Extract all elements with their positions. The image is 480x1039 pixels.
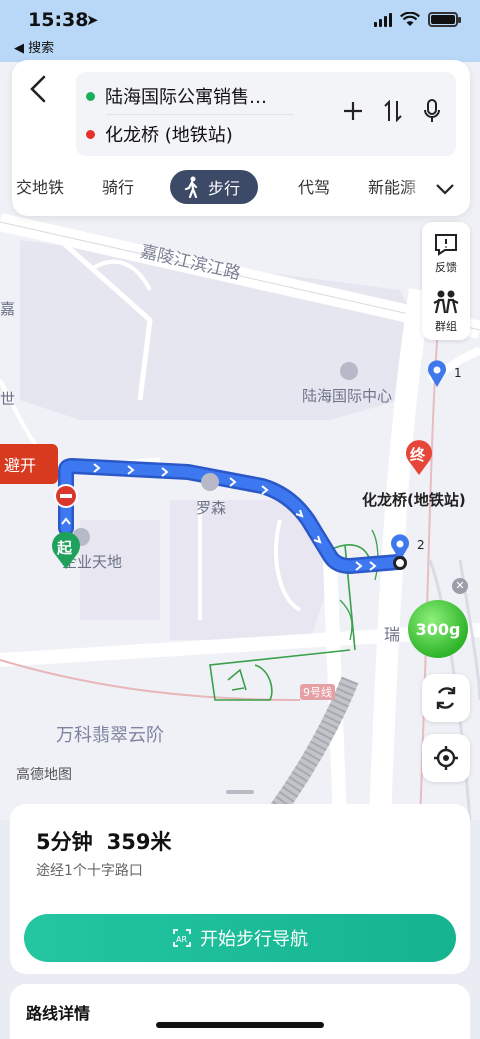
no-entry-icon: [54, 484, 78, 508]
input-divider: [106, 114, 294, 115]
route-details-card[interactable]: 路线详情: [10, 984, 470, 1039]
tab-walk[interactable]: 步行: [170, 170, 259, 204]
end-input-text: 化龙桥 (地铁站): [105, 125, 233, 146]
svg-text:AR: AR: [176, 935, 187, 944]
route-card: 陆海国际公寓销售… 化龙桥 (地铁站) 交地铁 骑行 步行 代驾 新能源: [12, 60, 470, 216]
road-label-rui: 瑞: [384, 625, 401, 644]
back-button[interactable]: [28, 74, 58, 108]
route-via: 途经1个十字路口: [36, 863, 143, 879]
group-icon: [433, 290, 459, 313]
poi-vanke[interactable]: 万科翡翠云阶: [56, 721, 164, 747]
feedback-icon: [435, 233, 457, 256]
start-pin-text: 起: [57, 539, 73, 557]
avoid-badge[interactable]: 避开: [0, 444, 58, 484]
microphone-icon[interactable]: [422, 98, 442, 124]
start-dot-icon: [86, 91, 95, 101]
status-time: 15:38: [28, 9, 89, 31]
metro-line-label: 9号线: [300, 684, 335, 700]
marker-1-label: 1: [454, 366, 462, 380]
refresh-icon: [436, 687, 456, 709]
route-distance: 359米: [106, 830, 172, 854]
add-stop-icon[interactable]: [342, 100, 364, 122]
group-label: 群组: [435, 319, 457, 333]
swap-icon[interactable]: [382, 99, 404, 123]
chevron-down-icon[interactable]: [434, 178, 456, 200]
close-icon[interactable]: ✕: [452, 578, 468, 594]
start-walk-navigation-button[interactable]: AR 开始步行导航: [24, 914, 456, 962]
ar-icon: AR: [173, 929, 191, 947]
refresh-route-button[interactable]: [422, 674, 470, 722]
road-label-left: 嘉: [0, 300, 16, 318]
map-tools: 反馈 群组: [422, 222, 470, 340]
walk-icon: [184, 176, 198, 198]
destination-pin[interactable]: 终: [404, 440, 434, 476]
route-summary: 5分钟 359米: [36, 826, 185, 856]
score-ball: 300g: [408, 600, 468, 658]
feedback-label: 反馈: [435, 260, 457, 274]
score-value: 300g: [415, 619, 461, 639]
destination-label[interactable]: 化龙桥(地铁站): [362, 489, 466, 510]
shop-icon: [201, 473, 219, 491]
battery-icon: [428, 12, 461, 27]
status-bar: 15:38 ➤: [0, 0, 480, 36]
travel-mode-tabs: 交地铁 骑行 步行 代驾 新能源: [12, 166, 470, 210]
location-arrow-icon: ➤: [86, 11, 99, 29]
start-pin[interactable]: 起: [50, 531, 82, 570]
score-widget[interactable]: ✕ 300g: [406, 578, 470, 660]
tabs-fade: [402, 166, 432, 210]
feedback-button[interactable]: 反馈: [422, 224, 470, 282]
tab-walk-label: 步行: [208, 179, 241, 198]
poi-lucentre[interactable]: 陆海国际中心: [302, 385, 392, 406]
route-duration: 5分钟: [36, 830, 93, 854]
chevron-left-icon: [30, 75, 46, 103]
group-button[interactable]: 群组: [422, 282, 470, 340]
status-icons: [374, 12, 461, 27]
top-band: [0, 36, 480, 62]
route-details-title: 路线详情: [26, 1004, 91, 1023]
tab-subway[interactable]: 交地铁: [16, 174, 64, 198]
end-dot-icon: [86, 129, 95, 139]
map-logo: 高德地图: [16, 767, 72, 783]
tab-designated-driver[interactable]: 代驾: [298, 174, 330, 198]
input-actions: [342, 98, 442, 124]
signal-icon: [374, 12, 392, 27]
start-input-text: 陆海国际公寓销售…: [105, 87, 267, 108]
marker-1-pin[interactable]: [426, 360, 448, 388]
end-input[interactable]: 化龙桥 (地铁站): [86, 116, 326, 152]
marker-2-label: 2: [417, 538, 425, 552]
route-summary-sheet: 5分钟 359米 途经1个十字路口 AR 开始步行导航: [10, 804, 470, 974]
route-inputs: 陆海国际公寓销售… 化龙桥 (地铁站): [76, 72, 456, 156]
wifi-icon: [400, 12, 420, 26]
tab-bike[interactable]: 骑行: [102, 174, 134, 198]
locate-button[interactable]: [422, 734, 470, 782]
start-input[interactable]: 陆海国际公寓销售…: [86, 78, 326, 114]
home-indicator[interactable]: [156, 1022, 324, 1028]
start-walk-navigation-label: 开始步行导航: [200, 929, 308, 950]
destination-pin-text: 终: [410, 446, 426, 464]
poi-luosen[interactable]: 罗森: [196, 497, 226, 518]
route-end-dot-icon: [393, 556, 407, 570]
sheet-handle[interactable]: [226, 790, 254, 794]
back-to-app-link[interactable]: ◀ 搜索: [14, 37, 54, 56]
road-label-left-2: 世: [0, 390, 16, 408]
locate-icon: [434, 746, 458, 770]
building-icon: [340, 362, 358, 380]
